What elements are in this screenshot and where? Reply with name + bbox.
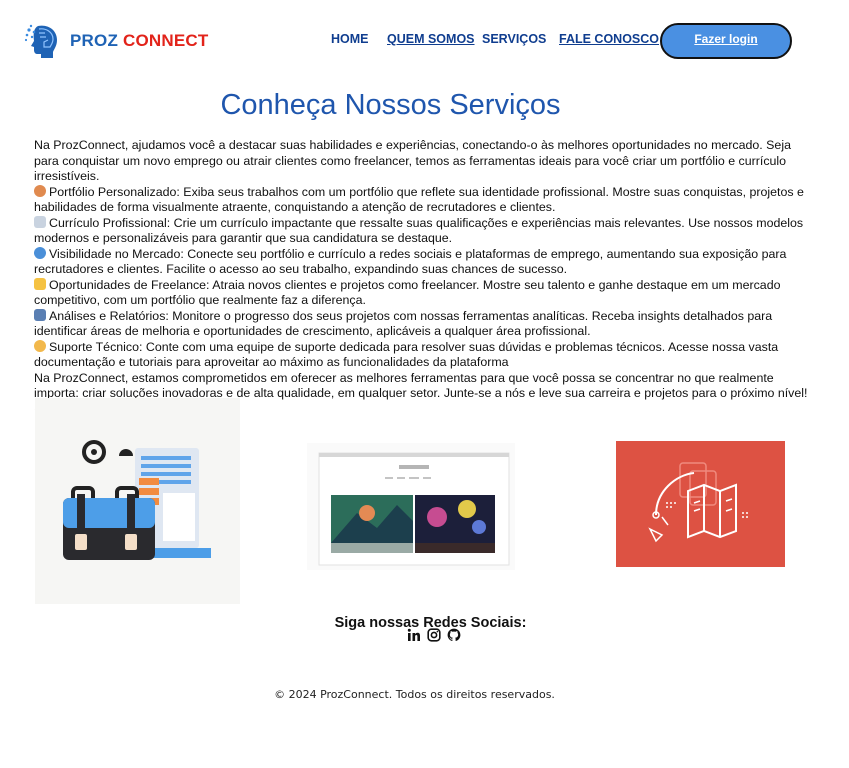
brand-logo[interactable]: PROZ CONNECT [24, 22, 208, 60]
service-item: Portfólio Personalizado: Exiba seus trab… [34, 184, 809, 216]
nav-services-link[interactable]: SERVIÇOS [482, 32, 546, 46]
support-person-emoji-icon [34, 339, 46, 352]
brand-name: PROZ CONNECT [70, 31, 208, 51]
service-text: Portfólio Personalizado: Exiba seus trab… [34, 184, 804, 215]
bar-chart-emoji-icon [34, 308, 46, 321]
github-icon[interactable] [447, 628, 461, 642]
portfolio-website-mockup [307, 443, 515, 570]
service-item: Suporte Técnico: Conte com uma equipe de… [34, 339, 809, 371]
instagram-icon[interactable] [427, 628, 441, 642]
service-text: Currículo Profissional: Crie um currícul… [34, 215, 804, 246]
nav-about-link[interactable]: QUEM SOMOS [387, 32, 475, 46]
services-description: Na ProzConnect, ajudamos você a destacar… [34, 138, 809, 417]
service-text: Visibilidade no Mercado: Conecte seu por… [34, 246, 787, 277]
service-text: Análises e Relatórios: Monitore o progre… [34, 308, 773, 339]
design-tools-illustration [616, 441, 785, 567]
brain-head-icon [24, 24, 57, 58]
document-emoji-icon [34, 215, 46, 228]
footer-copyright: © 2024 ProzConnect. Todos os direitos re… [274, 688, 555, 701]
service-text: Oportunidades de Freelance: Atraia novos… [34, 277, 781, 308]
social-links [407, 628, 461, 642]
service-item: Análises e Relatórios: Monitore o progre… [34, 308, 809, 340]
linkedin-icon[interactable] [407, 628, 421, 642]
globe-emoji-icon [34, 246, 46, 259]
briefcase-illustration [35, 398, 240, 604]
palette-emoji-icon [34, 184, 46, 197]
service-text: Suporte Técnico: Conte com uma equipe de… [34, 339, 779, 370]
login-button[interactable]: Fazer login [660, 23, 792, 59]
page-title: Conheça Nossos Serviços [220, 89, 561, 121]
service-item: Oportunidades de Freelance: Atraia novos… [34, 277, 809, 309]
nav-contact-link[interactable]: FALE CONOSCO [559, 32, 659, 46]
site-header: PROZ CONNECT HOME QUEM SOMOS SERVIÇOS FA… [0, 0, 849, 80]
nav-home-link[interactable]: HOME [331, 32, 369, 46]
brand-name-part2: CONNECT [122, 31, 209, 50]
handshake-emoji-icon [34, 277, 46, 290]
service-item: Currículo Profissional: Crie um currícul… [34, 215, 809, 247]
intro-paragraph: Na ProzConnect, ajudamos você a destacar… [34, 138, 791, 183]
brand-name-part1: PROZ [70, 31, 119, 50]
service-item: Visibilidade no Mercado: Conecte seu por… [34, 246, 809, 278]
